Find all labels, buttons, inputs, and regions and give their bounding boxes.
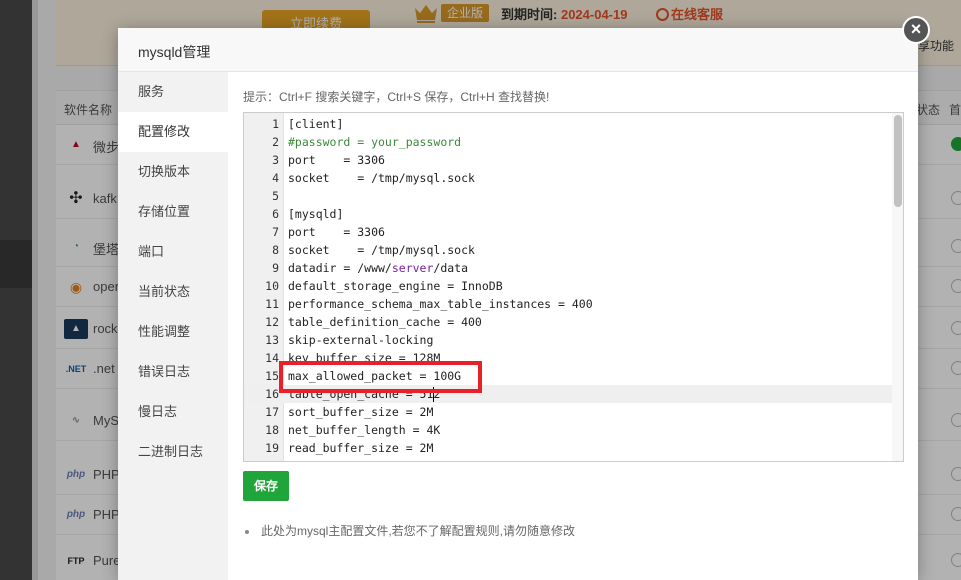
line-code: key_buffer_size = 128M <box>288 351 441 365</box>
nav-item-service[interactable]: 服务 <box>118 72 228 112</box>
line-number: 1 <box>272 117 279 131</box>
line-code: net_buffer_length = 4K <box>288 423 441 437</box>
line-code: #password = your_password <box>288 135 462 149</box>
line-number: 20 <box>244 457 279 461</box>
line-code: skip-external-locking <box>288 333 434 347</box>
line-code: socket = /tmp/mysql.sock <box>288 243 475 257</box>
line-number: 4 <box>272 171 279 185</box>
nav-item-binlog[interactable]: 二进制日志 <box>118 432 228 472</box>
editor-line[interactable]: 5 <box>244 187 892 205</box>
close-icon[interactable]: × <box>902 16 930 44</box>
nav-item-error-log[interactable]: 错误日志 <box>118 352 228 392</box>
config-warning-note: 此处为mysql主配置文件,若您不了解配置规则,请勿随意修改 <box>243 522 575 539</box>
editor-line[interactable]: 15 max_allowed_packet = 100G <box>244 367 892 385</box>
nav-item-performance[interactable]: 性能调整 <box>118 312 228 352</box>
line-number: 8 <box>272 243 279 257</box>
editor-line[interactable]: 4 socket = /tmp/mysql.sock <box>244 169 892 187</box>
nav-item-config[interactable]: 配置修改 <box>118 112 228 152</box>
shortcut-hint: 提示：Ctrl+F 搜索关键字，Ctrl+S 保存，Ctrl+H 查找替换! <box>243 90 550 104</box>
line-number: 18 <box>265 423 279 437</box>
line-code: table_definition_cache = 400 <box>288 315 482 329</box>
text-cursor <box>433 387 434 402</box>
line-code: port = 3306 <box>288 225 385 239</box>
editor-line[interactable]: 13 skip-external-locking <box>244 331 892 349</box>
dialog-header: mysqld管理 <box>118 28 918 72</box>
line-code: max_allowed_packet = 100G <box>288 369 462 383</box>
line-number: 13 <box>265 333 279 347</box>
line-number: 16 <box>265 387 279 401</box>
editor-line[interactable]: 2 #password = your_password <box>244 133 892 151</box>
line-number: 7 <box>272 225 279 239</box>
line-code: table_open_cache = 512 <box>288 387 441 401</box>
editor-line[interactable]: 3 port = 3306 <box>244 151 892 169</box>
line-code: datadir = /www/server/data <box>288 261 469 275</box>
editor-line[interactable]: 19 read_buffer_size = 2M <box>244 439 892 457</box>
nav-item-slow-log[interactable]: 慢日志 <box>118 392 228 432</box>
line-code: port = 3306 <box>288 153 385 167</box>
line-number: 10 <box>265 279 279 293</box>
line-code: [client] <box>288 117 344 131</box>
line-number: 17 <box>265 405 279 419</box>
line-number: 11 <box>265 297 279 311</box>
editor-line[interactable]: 7 port = 3306 <box>244 223 892 241</box>
config-panel: 提示：Ctrl+F 搜索关键字，Ctrl+S 保存，Ctrl+H 查找替换! 1… <box>228 72 918 580</box>
editor-line[interactable]: 11 performance_schema_max_table_instances… <box>244 295 892 313</box>
editor-line[interactable]: 9 datadir = /www/server/data <box>244 259 892 277</box>
dialog-title: mysqld管理 <box>138 44 211 60</box>
line-number: 14 <box>265 351 279 365</box>
nav-item-port[interactable]: 端口 <box>118 232 228 272</box>
line-number: 9 <box>272 261 279 275</box>
line-number: 2 <box>272 135 279 149</box>
editor-line[interactable]: 17 sort_buffer_size = 2M <box>244 403 892 421</box>
line-code: [mysqld] <box>288 207 344 221</box>
line-code: performance_schema_max_table_instances =… <box>288 297 593 311</box>
editor-scrollbar-thumb[interactable] <box>894 115 902 207</box>
line-number: 6 <box>272 207 279 221</box>
editor-line[interactable]: 6 [mysqld] <box>244 205 892 223</box>
line-number: 5 <box>272 189 279 203</box>
nav-item-storage[interactable]: 存储位置 <box>118 192 228 232</box>
config-code-editor[interactable]: 1 [client] 2 #password = your_password 3 port… <box>243 112 904 462</box>
editor-line[interactable]: 10 default_storage_engine = InnoDB <box>244 277 892 295</box>
editor-line[interactable]: 18 net_buffer_length = 4K <box>244 421 892 439</box>
mysqld-manage-dialog: mysqld管理 服务 配置修改 切换版本 存储位置 端口 当前状态 性能调整 … <box>118 28 918 580</box>
editor-line[interactable]: 16 table_open_cache = 512 <box>244 385 892 403</box>
line-code: sort_buffer_size = 2M <box>288 405 434 419</box>
line-code: default_storage_engine = InnoDB <box>288 279 503 293</box>
dialog-side-nav: 服务 配置修改 切换版本 存储位置 端口 当前状态 性能调整 错误日志 慢日志 … <box>118 72 228 580</box>
editor-line[interactable]: 14 key_buffer_size = 128M <box>244 349 892 367</box>
editor-line[interactable]: 8 socket = /tmp/mysql.sock <box>244 241 892 259</box>
line-code: read_rnd_buffer_size = 256K <box>288 457 475 461</box>
save-button[interactable]: 保存 <box>243 471 289 501</box>
line-number: 19 <box>265 441 279 455</box>
editor-line[interactable]: 1 [client] <box>244 115 892 133</box>
line-code: socket = /tmp/mysql.sock <box>288 171 475 185</box>
line-number: 3 <box>272 153 279 167</box>
bullet-icon <box>245 529 249 534</box>
line-code: read_buffer_size = 2M <box>288 441 434 455</box>
editor-line[interactable]: 20 read_rnd_buffer_size = 256K <box>244 457 892 461</box>
line-number: 12 <box>265 315 279 329</box>
config-warning-text: 此处为mysql主配置文件,若您不了解配置规则,请勿随意修改 <box>261 524 576 538</box>
line-number: 15 <box>265 369 279 383</box>
nav-item-switch-version[interactable]: 切换版本 <box>118 152 228 192</box>
nav-item-status[interactable]: 当前状态 <box>118 272 228 312</box>
editor-line[interactable]: 12 table_definition_cache = 400 <box>244 313 892 331</box>
